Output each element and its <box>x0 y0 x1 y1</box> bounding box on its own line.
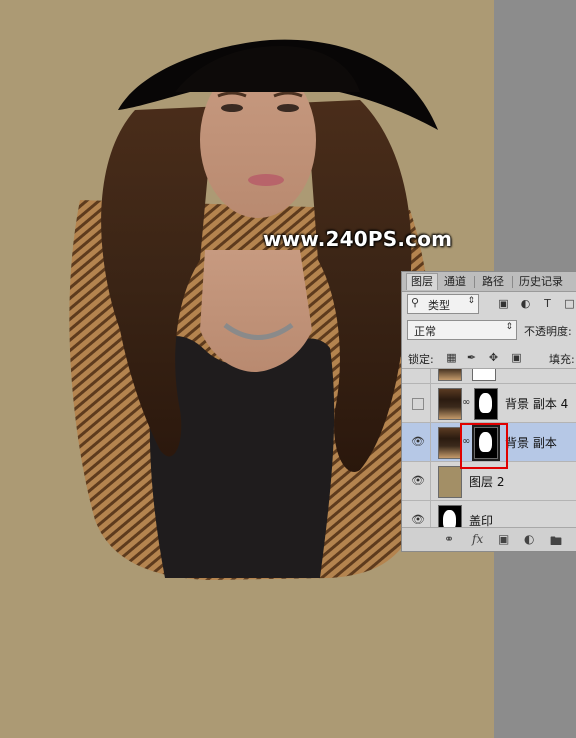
lock-all-icon[interactable]: ▣ <box>510 351 523 364</box>
visibility-toggle-off[interactable] <box>412 398 424 410</box>
layer-name[interactable]: 图层 2 <box>469 473 504 490</box>
layer-row[interactable]: ∞ 背景 副本 4 <box>402 384 576 423</box>
lips <box>248 174 284 186</box>
visibility-column: 👁 <box>402 501 431 527</box>
visibility-column: 👁 <box>402 423 431 461</box>
adjustment-filter-icon[interactable]: ◐ <box>519 297 532 310</box>
chevron-updown-icon: ⇕ <box>467 296 475 306</box>
image-filter-icon[interactable]: ▣ <box>497 297 510 310</box>
tab-history[interactable]: 历史记录 <box>515 274 567 290</box>
left-eye <box>221 104 243 112</box>
type-filter-icon[interactable]: T <box>541 297 554 310</box>
panel-tab-bar: 图层 通道 路径 历史记录 <box>402 272 576 292</box>
tab-channels[interactable]: 通道 <box>440 274 470 290</box>
tab-divider <box>512 276 513 288</box>
layer-name[interactable]: 背景 副本 4 <box>505 395 568 412</box>
blend-mode-select[interactable]: 正常 ⇕ <box>407 320 517 340</box>
lock-move-icon[interactable]: ✥ <box>487 351 500 364</box>
chain-link-icon[interactable]: ∞ <box>462 397 470 408</box>
filter-row: ⚲ 类型 ⇕ ▣ ◐ T □ <box>402 294 576 316</box>
visibility-column: 👁 <box>402 462 431 500</box>
lock-row: 锁定: ▦ ✒ ✥ ▣ 填充: <box>402 348 576 369</box>
eye-icon[interactable]: 👁 <box>411 435 425 448</box>
panel-bottom-bar: ⚭ fx ▣ ◐ 🖿 <box>402 527 576 551</box>
layer-name[interactable]: 盖印 <box>469 512 493 527</box>
opacity-label: 不透明度: <box>524 325 572 338</box>
tab-paths[interactable]: 路径 <box>478 274 508 290</box>
layer-filter-select[interactable]: ⚲ 类型 ⇕ <box>407 294 479 314</box>
highlight-box <box>460 423 508 469</box>
tab-layers[interactable]: 图层 <box>406 273 438 290</box>
filter-label: 类型 <box>428 299 450 312</box>
add-mask-icon[interactable]: ▣ <box>498 532 509 546</box>
blend-row: 正常 ⇕ 不透明度: <box>402 320 576 342</box>
layer-row[interactable]: 👁 盖印 <box>402 501 576 527</box>
watermark-text: www.240PS.com <box>263 227 453 251</box>
visibility-column <box>402 369 431 383</box>
fx-icon[interactable]: fx <box>472 532 483 546</box>
chevron-updown-icon: ⇕ <box>505 322 513 332</box>
folder-icon[interactable]: 🖿 <box>550 532 562 551</box>
eye-icon[interactable]: 👁 <box>411 474 425 487</box>
eye-icon[interactable]: 👁 <box>411 513 425 526</box>
layer-thumbnail <box>438 505 462 527</box>
mask-thumbnail <box>472 369 496 381</box>
link-icon[interactable]: ⚭ <box>444 532 454 546</box>
adjustment-icon[interactable]: ◐ <box>524 532 534 546</box>
layer-row[interactable] <box>402 369 576 384</box>
lock-transparent-icon[interactable]: ▦ <box>445 351 458 364</box>
layer-thumbnail <box>438 369 462 381</box>
fill-label: 填充: <box>549 353 575 366</box>
layer-name[interactable]: 背景 副本 <box>505 434 557 451</box>
search-icon: ⚲ <box>411 296 420 309</box>
layer-thumbnail <box>438 427 462 459</box>
neck <box>200 250 312 372</box>
layers-panel: 图层 通道 路径 历史记录 ⚲ 类型 ⇕ ▣ ◐ T □ 正常 ⇕ 不透明度: … <box>401 271 576 552</box>
right-eye <box>277 104 299 112</box>
black-top <box>149 335 335 578</box>
tab-divider <box>474 276 475 288</box>
mask-thumbnail[interactable] <box>474 388 498 420</box>
visibility-column <box>402 384 431 422</box>
lock-brush-icon[interactable]: ✒ <box>465 351 478 364</box>
lock-label: 锁定: <box>408 353 434 366</box>
layer-thumbnail <box>438 388 462 420</box>
shape-filter-icon[interactable]: □ <box>563 297 576 310</box>
layer-thumbnail <box>438 466 462 498</box>
blend-mode-value: 正常 <box>414 325 436 338</box>
